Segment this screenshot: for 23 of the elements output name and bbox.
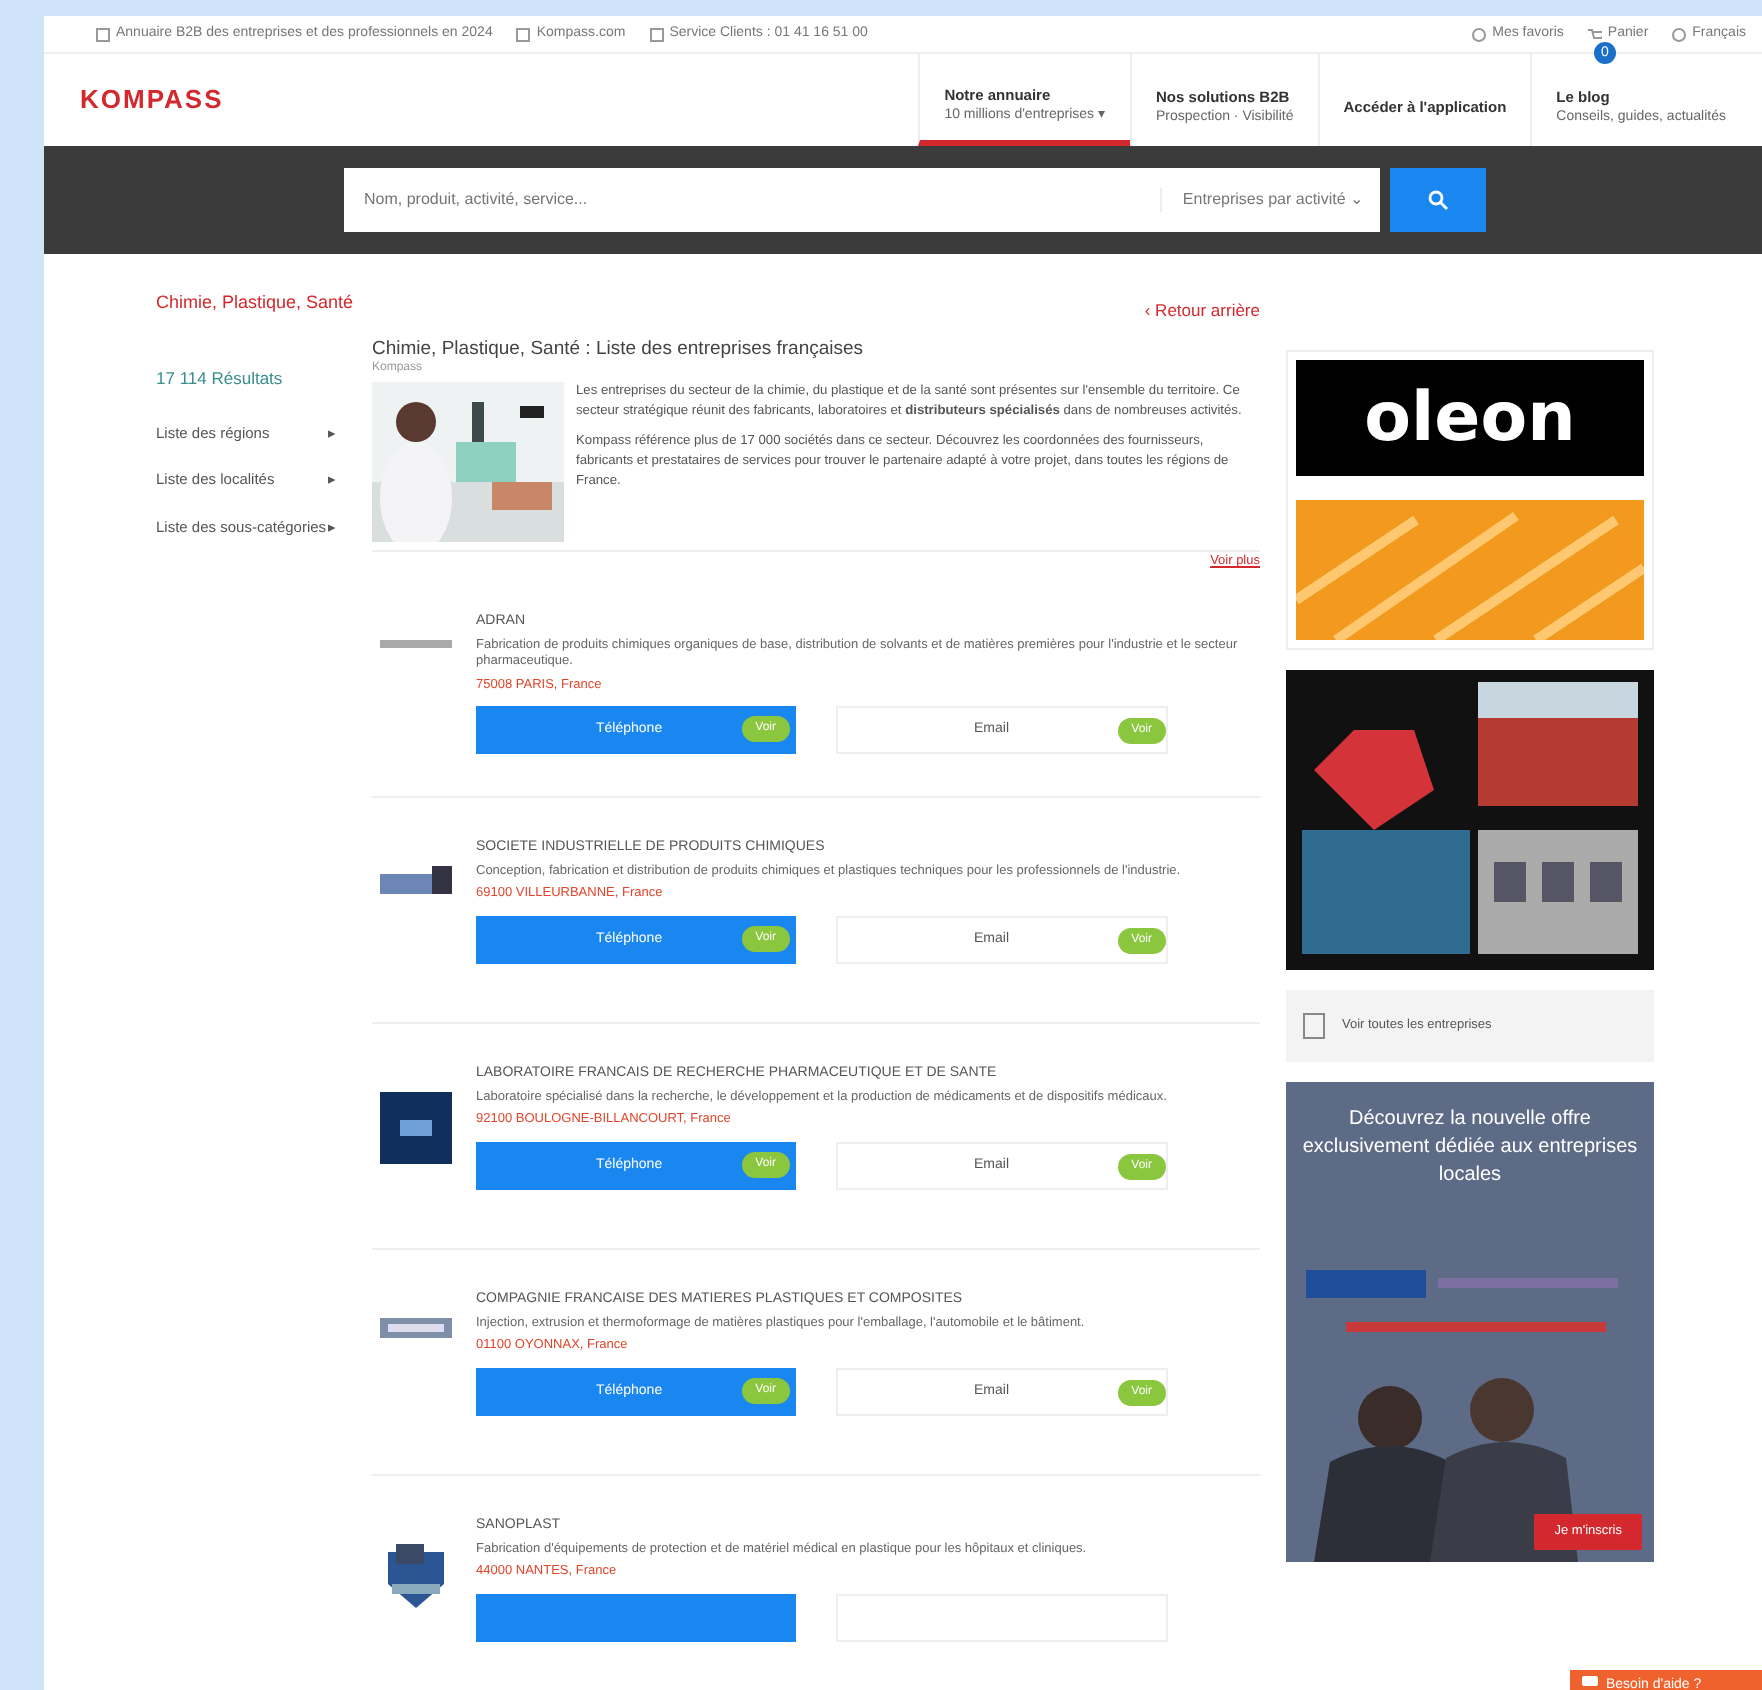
phone-button[interactable] [476,1593,796,1642]
ad-headline: Découvrez la nouvelle offre exclusivement dédiée aux entreprises locales [1302,1106,1638,1190]
page-icon [516,27,531,41]
search-field[interactable]: Nom, produit, activité, service... Entreprises par activité ⌄ [344,168,1380,232]
globe-icon [1672,27,1687,41]
company-logo [380,1318,452,1339]
chat-icon [1582,1676,1598,1690]
logo[interactable]: KOMPASS [80,80,224,120]
page-icon [96,27,110,41]
results-count: 17 114 Résultats [156,366,285,392]
company-logo [388,1544,444,1609]
brand-logo[interactable]: oleon [1296,360,1644,476]
phone-icon [649,27,664,41]
company-logo [380,1092,452,1165]
company-logo [380,866,452,895]
breadcrumb-link[interactable]: Chimie, Plastique, Santé [156,290,372,326]
company-logo [380,640,452,649]
search-icon [1428,190,1448,210]
back-link[interactable]: ‹ Retour arrière [372,290,1260,338]
cart-icon [1587,27,1602,41]
scope-dropdown[interactable]: Entreprises par activité ⌄ [1160,188,1364,212]
search-button[interactable] [1390,168,1486,232]
page-title: Chimie, Plastique, Santé : Liste des entreprises françaises [372,338,866,361]
